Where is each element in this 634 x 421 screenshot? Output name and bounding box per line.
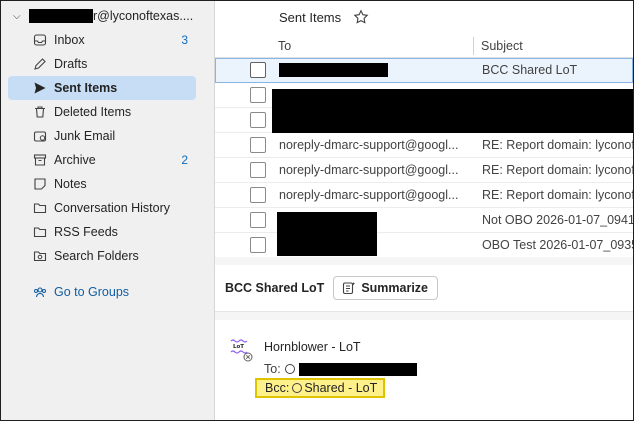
row-recipient: noreply-dmarc-support@googl...	[279, 138, 459, 152]
row-checkbox[interactable]	[250, 87, 266, 103]
unread-count: 3	[181, 33, 188, 47]
row-checkbox[interactable]	[250, 187, 266, 203]
redacted-recipient	[279, 63, 388, 77]
send-icon	[33, 81, 47, 95]
junk-icon	[33, 129, 47, 143]
message-list: BCC Shared LoT noreply-dmarc-support@goo…	[215, 58, 633, 258]
sidebar-item-label: Sent Items	[54, 81, 118, 95]
go-to-groups-label: Go to Groups	[54, 285, 130, 299]
search-folder-icon	[33, 249, 47, 263]
star-icon[interactable]	[353, 9, 369, 25]
bcc-line: Bcc: Shared - LoT	[255, 378, 386, 398]
column-to[interactable]: To	[278, 39, 291, 53]
redacted-rows-block	[272, 89, 633, 133]
sidebar-item-notes[interactable]: Notes	[8, 172, 196, 196]
sidebar-item-sent-items[interactable]: Sent Items	[8, 76, 196, 100]
sidebar-item-label: Inbox	[54, 33, 85, 47]
folder-title: Sent Items	[279, 9, 342, 25]
folder-header: Sent Items	[215, 1, 633, 33]
redacted-recipients-block	[277, 212, 377, 256]
sidebar-item-label: Conversation History	[54, 201, 171, 215]
row-checkbox[interactable]	[250, 237, 266, 253]
to-label: To:	[264, 362, 281, 376]
message-card: LoT Hornblower - LoT To: Bcc: Shared - L…	[215, 320, 633, 420]
sidebar-item-rss-feeds[interactable]: RSS Feeds	[8, 220, 196, 244]
row-subject: RE: Report domain: lyconofte	[482, 163, 633, 177]
bcc-label: Bcc:	[265, 381, 290, 395]
table-row[interactable]: noreply-dmarc-support@googl... RE: Repor…	[215, 133, 633, 158]
message-list-pane: Sent Items To Subject BCC Shared LoT nor…	[215, 1, 633, 420]
sidebar-item-label: Deleted Items	[54, 105, 132, 119]
summarize-label: Summarize	[361, 281, 429, 295]
folder-pane: ⌵ r@lyconoftexas.... Inbox 3 Drafts Sent…	[1, 1, 215, 420]
sender-name[interactable]: Hornblower - LoT	[264, 340, 361, 354]
row-checkbox[interactable]	[250, 112, 266, 128]
folder-icon	[33, 225, 47, 239]
row-checkbox[interactable]	[250, 137, 266, 153]
presence-icon	[292, 383, 303, 393]
row-subject: OBO Test 2026-01-07_09351	[482, 238, 633, 252]
note-icon	[33, 177, 47, 191]
redacted-account-name	[29, 9, 93, 23]
sidebar-item-drafts[interactable]: Drafts	[8, 52, 196, 76]
row-checkbox[interactable]	[250, 62, 266, 78]
pane-divider	[215, 312, 633, 320]
row-checkbox[interactable]	[250, 212, 266, 228]
archive-icon	[33, 153, 47, 167]
column-subject[interactable]: Subject	[481, 39, 523, 53]
folder-icon	[33, 201, 47, 215]
table-row[interactable]: noreply-dmarc-support@googl... RE: Repor…	[215, 183, 633, 208]
sidebar-item-junk-email[interactable]: Junk Email	[8, 124, 196, 148]
account-email: r@lyconoftexas....	[93, 9, 194, 23]
sidebar-item-label: Archive	[54, 153, 96, 167]
pencil-icon	[33, 57, 47, 71]
summarize-icon	[342, 281, 356, 295]
trash-icon	[33, 105, 47, 119]
groups-icon	[33, 285, 47, 299]
row-recipient: noreply-dmarc-support@googl...	[279, 163, 459, 177]
account-header[interactable]: ⌵ r@lyconoftexas....	[13, 7, 193, 25]
column-header: To Subject	[215, 35, 633, 58]
bcc-recipient[interactable]: Shared - LoT	[304, 381, 377, 395]
avatar[interactable]: LoT	[230, 338, 254, 364]
reading-subject: BCC Shared LoT	[225, 281, 325, 295]
sidebar-item-label: RSS Feeds	[54, 225, 118, 239]
outlook-window: ⌵ r@lyconoftexas.... Inbox 3 Drafts Sent…	[0, 0, 634, 421]
chevron-down-icon[interactable]: ⌵	[13, 11, 29, 22]
inbox-icon	[33, 33, 47, 47]
go-to-groups-link[interactable]: Go to Groups	[8, 280, 196, 304]
sidebar-item-label: Search Folders	[54, 249, 139, 263]
sidebar-item-search-folders[interactable]: Search Folders	[8, 244, 196, 268]
unread-count: 2	[181, 153, 188, 167]
sidebar-item-inbox[interactable]: Inbox 3	[8, 28, 196, 52]
table-row[interactable]: noreply-dmarc-support@googl... RE: Repor…	[215, 158, 633, 183]
redacted-recipient	[298, 362, 417, 376]
row-subject: BCC Shared LoT	[482, 63, 578, 77]
row-checkbox[interactable]	[250, 162, 266, 178]
table-row[interactable]: BCC Shared LoT	[215, 58, 633, 83]
sidebar-item-label: Junk Email	[54, 129, 116, 143]
summarize-button[interactable]: Summarize	[333, 276, 439, 300]
row-recipient: noreply-dmarc-support@googl...	[279, 188, 459, 202]
sidebar-item-label: Notes	[54, 177, 87, 191]
svg-text:LoT: LoT	[233, 344, 244, 350]
sidebar-item-conversation-history[interactable]: Conversation History	[8, 196, 196, 220]
to-line: To:	[264, 362, 417, 376]
reading-pane-header: BCC Shared LoT Summarize	[215, 265, 633, 312]
row-subject: RE: Report domain: lyconofte	[482, 138, 633, 152]
sidebar-item-label: Drafts	[54, 57, 88, 71]
sidebar-item-archive[interactable]: Archive 2	[8, 148, 196, 172]
row-subject: RE: Report domain: lyconofte	[482, 188, 633, 202]
column-divider[interactable]	[473, 37, 474, 55]
row-subject: Not OBO 2026-01-07_09411	[482, 213, 633, 227]
presence-icon	[284, 364, 295, 374]
sidebar-item-deleted-items[interactable]: Deleted Items	[8, 100, 196, 124]
pane-divider	[215, 257, 633, 265]
folder-list: Inbox 3 Drafts Sent Items Deleted Items	[8, 28, 196, 268]
